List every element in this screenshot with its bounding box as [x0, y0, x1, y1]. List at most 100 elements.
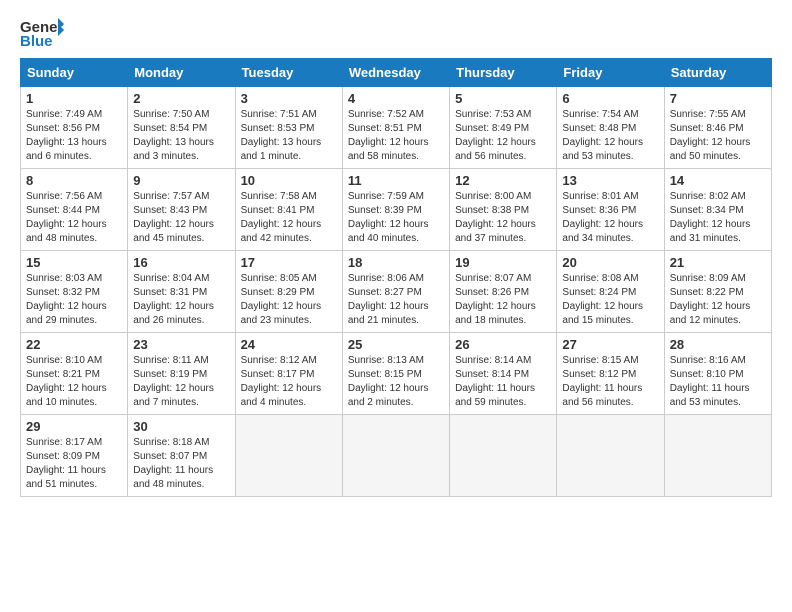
day-info: Sunrise: 8:07 AMSunset: 8:26 PMDaylight:…: [455, 272, 551, 328]
column-header-friday: Friday: [557, 59, 664, 87]
day-info: Sunrise: 8:02 AMSunset: 8:34 PMDaylight:…: [670, 190, 766, 246]
logo: General Blue: [20, 16, 64, 48]
day-number: 28: [670, 337, 766, 352]
calendar-cell: 9 Sunrise: 7:57 AMSunset: 8:43 PMDaylight…: [128, 169, 235, 251]
day-number: 26: [455, 337, 551, 352]
day-info: Sunrise: 7:55 AMSunset: 8:46 PMDaylight:…: [670, 108, 766, 164]
day-number: 1: [26, 91, 122, 106]
day-info: Sunrise: 8:06 AMSunset: 8:27 PMDaylight:…: [348, 272, 444, 328]
column-header-saturday: Saturday: [664, 59, 771, 87]
calendar-cell: [235, 415, 342, 497]
day-number: 8: [26, 173, 122, 188]
day-number: 20: [562, 255, 658, 270]
day-info: Sunrise: 8:00 AMSunset: 8:38 PMDaylight:…: [455, 190, 551, 246]
day-info: Sunrise: 8:09 AMSunset: 8:22 PMDaylight:…: [670, 272, 766, 328]
calendar-cell: [450, 415, 557, 497]
calendar-table: SundayMondayTuesdayWednesdayThursdayFrid…: [20, 58, 772, 497]
day-info: Sunrise: 8:12 AMSunset: 8:17 PMDaylight:…: [241, 354, 337, 410]
day-number: 23: [133, 337, 229, 352]
day-info: Sunrise: 8:14 AMSunset: 8:14 PMDaylight:…: [455, 354, 551, 410]
day-info: Sunrise: 8:13 AMSunset: 8:15 PMDaylight:…: [348, 354, 444, 410]
calendar-cell: 11Sunrise: 7:59 AMSunset: 8:39 PMDayligh…: [342, 169, 449, 251]
calendar-cell: 2 Sunrise: 7:50 AMSunset: 8:54 PMDaylight…: [128, 87, 235, 169]
calendar-cell: 6 Sunrise: 7:54 AMSunset: 8:48 PMDaylight…: [557, 87, 664, 169]
day-number: 5: [455, 91, 551, 106]
day-number: 16: [133, 255, 229, 270]
calendar-cell: 15Sunrise: 8:03 AMSunset: 8:32 PMDayligh…: [21, 251, 128, 333]
day-number: 11: [348, 173, 444, 188]
calendar-week-row: 22 Sunrise: 8:10 AMSunset: 8:21 PMDayligh…: [21, 333, 772, 415]
calendar-cell: 19 Sunrise: 8:07 AMSunset: 8:26 PMDayligh…: [450, 251, 557, 333]
calendar-header-row: SundayMondayTuesdayWednesdayThursdayFrid…: [21, 59, 772, 87]
day-number: 25: [348, 337, 444, 352]
calendar-cell: 3 Sunrise: 7:51 AMSunset: 8:53 PMDaylight…: [235, 87, 342, 169]
calendar-cell: 4 Sunrise: 7:52 AMSunset: 8:51 PMDaylight…: [342, 87, 449, 169]
column-header-thursday: Thursday: [450, 59, 557, 87]
calendar-week-row: 15Sunrise: 8:03 AMSunset: 8:32 PMDayligh…: [21, 251, 772, 333]
calendar-cell: 25 Sunrise: 8:13 AMSunset: 8:15 PMDayligh…: [342, 333, 449, 415]
day-info: Sunrise: 8:10 AMSunset: 8:21 PMDaylight:…: [26, 354, 122, 410]
day-number: 27: [562, 337, 658, 352]
calendar-cell: 1Sunrise: 7:49 AMSunset: 8:56 PMDaylight…: [21, 87, 128, 169]
calendar-week-row: 29 Sunrise: 8:17 AMSunset: 8:09 PMDayligh…: [21, 415, 772, 497]
header: General Blue: [20, 16, 772, 48]
page: General Blue SundayMondayTuesdayWednesda…: [0, 0, 792, 612]
day-number: 17: [241, 255, 337, 270]
day-info: Sunrise: 8:04 AMSunset: 8:31 PMDaylight:…: [133, 272, 229, 328]
day-info: Sunrise: 8:11 AMSunset: 8:19 PMDaylight:…: [133, 354, 229, 410]
day-info: Sunrise: 7:51 AMSunset: 8:53 PMDaylight:…: [241, 108, 337, 164]
day-info: Sunrise: 8:01 AMSunset: 8:36 PMDaylight:…: [562, 190, 658, 246]
day-number: 10: [241, 173, 337, 188]
day-number: 4: [348, 91, 444, 106]
calendar-cell: [557, 415, 664, 497]
logo-icon: General Blue: [20, 16, 64, 48]
day-number: 7: [670, 91, 766, 106]
calendar-week-row: 1Sunrise: 7:49 AMSunset: 8:56 PMDaylight…: [21, 87, 772, 169]
calendar-cell: 29 Sunrise: 8:17 AMSunset: 8:09 PMDayligh…: [21, 415, 128, 497]
day-number: 19: [455, 255, 551, 270]
svg-text:Blue: Blue: [20, 33, 53, 48]
day-number: 3: [241, 91, 337, 106]
day-number: 24: [241, 337, 337, 352]
calendar-cell: [664, 415, 771, 497]
day-info: Sunrise: 8:18 AMSunset: 8:07 PMDaylight:…: [133, 436, 229, 492]
day-number: 14: [670, 173, 766, 188]
day-number: 18: [348, 255, 444, 270]
calendar-cell: 13 Sunrise: 8:01 AMSunset: 8:36 PMDayligh…: [557, 169, 664, 251]
day-info: Sunrise: 8:17 AMSunset: 8:09 PMDaylight:…: [26, 436, 122, 492]
day-info: Sunrise: 7:52 AMSunset: 8:51 PMDaylight:…: [348, 108, 444, 164]
day-info: Sunrise: 7:50 AMSunset: 8:54 PMDaylight:…: [133, 108, 229, 164]
day-number: 22: [26, 337, 122, 352]
day-info: Sunrise: 7:57 AMSunset: 8:43 PMDaylight:…: [133, 190, 229, 246]
calendar-cell: 28 Sunrise: 8:16 AMSunset: 8:10 PMDayligh…: [664, 333, 771, 415]
column-header-wednesday: Wednesday: [342, 59, 449, 87]
day-info: Sunrise: 8:08 AMSunset: 8:24 PMDaylight:…: [562, 272, 658, 328]
day-number: 6: [562, 91, 658, 106]
day-info: Sunrise: 8:16 AMSunset: 8:10 PMDaylight:…: [670, 354, 766, 410]
calendar-cell: 30Sunrise: 8:18 AMSunset: 8:07 PMDayligh…: [128, 415, 235, 497]
day-info: Sunrise: 7:53 AMSunset: 8:49 PMDaylight:…: [455, 108, 551, 164]
day-number: 9: [133, 173, 229, 188]
day-info: Sunrise: 7:58 AMSunset: 8:41 PMDaylight:…: [241, 190, 337, 246]
calendar-cell: 23 Sunrise: 8:11 AMSunset: 8:19 PMDayligh…: [128, 333, 235, 415]
calendar-week-row: 8 Sunrise: 7:56 AMSunset: 8:44 PMDaylight…: [21, 169, 772, 251]
day-info: Sunrise: 8:05 AMSunset: 8:29 PMDaylight:…: [241, 272, 337, 328]
day-info: Sunrise: 8:15 AMSunset: 8:12 PMDaylight:…: [562, 354, 658, 410]
calendar-cell: 22 Sunrise: 8:10 AMSunset: 8:21 PMDayligh…: [21, 333, 128, 415]
day-number: 21: [670, 255, 766, 270]
calendar-cell: 14 Sunrise: 8:02 AMSunset: 8:34 PMDayligh…: [664, 169, 771, 251]
day-info: Sunrise: 7:54 AMSunset: 8:48 PMDaylight:…: [562, 108, 658, 164]
calendar-cell: 21 Sunrise: 8:09 AMSunset: 8:22 PMDayligh…: [664, 251, 771, 333]
day-number: 13: [562, 173, 658, 188]
calendar-cell: 10 Sunrise: 7:58 AMSunset: 8:41 PMDayligh…: [235, 169, 342, 251]
calendar-cell: 5 Sunrise: 7:53 AMSunset: 8:49 PMDaylight…: [450, 87, 557, 169]
day-number: 29: [26, 419, 122, 434]
calendar-cell: 12Sunrise: 8:00 AMSunset: 8:38 PMDayligh…: [450, 169, 557, 251]
day-info: Sunrise: 7:56 AMSunset: 8:44 PMDaylight:…: [26, 190, 122, 246]
calendar-cell: 16 Sunrise: 8:04 AMSunset: 8:31 PMDayligh…: [128, 251, 235, 333]
column-header-monday: Monday: [128, 59, 235, 87]
day-number: 2: [133, 91, 229, 106]
calendar-cell: 8 Sunrise: 7:56 AMSunset: 8:44 PMDaylight…: [21, 169, 128, 251]
calendar-cell: 20 Sunrise: 8:08 AMSunset: 8:24 PMDayligh…: [557, 251, 664, 333]
day-number: 15: [26, 255, 122, 270]
